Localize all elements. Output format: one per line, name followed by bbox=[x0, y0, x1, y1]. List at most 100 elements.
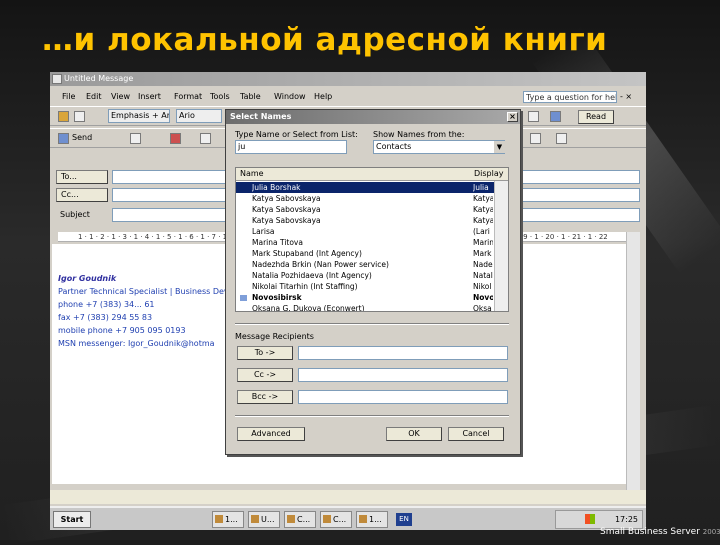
font-dropdown[interactable]: Ario bbox=[176, 109, 222, 123]
column-header-display[interactable]: Display bbox=[474, 168, 504, 180]
menu-tools[interactable]: Tools bbox=[210, 89, 230, 105]
menu-help[interactable]: Help bbox=[314, 89, 332, 105]
contact-display: Nikol bbox=[473, 282, 492, 291]
contact-display: (Lari bbox=[473, 227, 490, 236]
contact-row[interactable]: Oksana G. Dukova (Econwert) Oksa bbox=[236, 303, 494, 312]
options-icon[interactable] bbox=[200, 133, 211, 144]
menu-view[interactable]: View bbox=[111, 89, 130, 105]
close-icon[interactable]: × bbox=[507, 112, 518, 122]
list-scrollbar[interactable] bbox=[494, 181, 508, 311]
contact-name: Natalia Pozhidaeva (Int Agency) bbox=[252, 271, 372, 280]
product-name: Small Business Server bbox=[600, 527, 700, 537]
outlook-message-window: Untitled Message File Edit View Insert F… bbox=[50, 72, 646, 530]
contact-display: Katya bbox=[473, 205, 493, 214]
contact-row[interactable]: Larisa (Lari bbox=[236, 226, 494, 237]
distribution-list-icon bbox=[240, 295, 247, 301]
send-button[interactable]: Send bbox=[72, 132, 92, 144]
signature-line: fax +7 (383) 294 55 83 bbox=[58, 313, 153, 322]
contact-row[interactable]: Novosibirsk Novo bbox=[236, 292, 494, 303]
taskbar-item[interactable]: 1... bbox=[356, 511, 388, 528]
contact-name: Katya Sabovskaya bbox=[252, 194, 321, 203]
address-book-icon[interactable] bbox=[130, 133, 141, 144]
chevron-down-icon[interactable]: ▼ bbox=[494, 141, 505, 153]
contact-row[interactable]: Mark Stupaband (Int Agency) Mark bbox=[236, 248, 494, 259]
contact-row[interactable]: Nikolai Titarhin (Int Staffing) Nikol bbox=[236, 281, 494, 292]
clock: 17:25 bbox=[614, 515, 638, 524]
cc-recipients-field[interactable] bbox=[298, 368, 508, 382]
menu-window[interactable]: Window bbox=[274, 89, 306, 105]
select-names-dialog: Select Names × Type Name or Select from … bbox=[225, 109, 521, 455]
read-button[interactable]: Read bbox=[578, 110, 614, 124]
help-icon[interactable] bbox=[550, 111, 561, 122]
format-icon[interactable] bbox=[74, 111, 85, 122]
vertical-scrollbar[interactable] bbox=[626, 232, 640, 492]
window-title: Untitled Message bbox=[64, 74, 134, 83]
contact-name: Nadezhda Brkin (Nan Power service) bbox=[252, 260, 389, 269]
bcc-recipients-field[interactable] bbox=[298, 390, 508, 404]
style-dropdown[interactable]: Emphasis + Ari bbox=[108, 109, 170, 123]
cc-button[interactable]: Cc... bbox=[56, 188, 108, 202]
taskbar-item[interactable]: 1... bbox=[212, 511, 244, 528]
to-recipients-field[interactable] bbox=[298, 346, 508, 360]
taskbar-item[interactable]: C... bbox=[284, 511, 316, 528]
contact-display: Natal bbox=[473, 271, 493, 280]
contact-row[interactable]: Nadezhda Brkin (Nan Power service) Nadez bbox=[236, 259, 494, 270]
type-name-input[interactable]: ju bbox=[235, 140, 347, 154]
ask-question-input[interactable]: Type a question for help bbox=[523, 91, 617, 103]
menu-format[interactable]: Format bbox=[174, 89, 202, 105]
bcc-add-button[interactable]: Bcc -> bbox=[237, 390, 293, 404]
dialog-title-bar: Select Names × bbox=[226, 110, 520, 124]
table-icon[interactable] bbox=[528, 111, 539, 122]
format-painter-icon[interactable] bbox=[530, 133, 541, 144]
signature-line: Partner Technical Specialist | Business … bbox=[58, 287, 241, 296]
menu-edit[interactable]: Edit bbox=[86, 89, 102, 105]
cc-add-button[interactable]: Cc -> bbox=[237, 368, 293, 382]
envelope-icon bbox=[52, 74, 62, 84]
to-add-button[interactable]: To -> bbox=[237, 346, 293, 360]
dialog-title: Select Names bbox=[230, 112, 292, 121]
recipients-label: Message Recipients bbox=[235, 332, 314, 341]
contact-name: Larisa bbox=[252, 227, 275, 236]
contact-row[interactable]: Katya Sabovskaya Katya bbox=[236, 215, 494, 226]
contact-display: Oksa bbox=[473, 304, 492, 312]
product-branding: Small Business Server 2003 bbox=[600, 527, 720, 537]
contact-name: Mark Stupaband (Int Agency) bbox=[252, 249, 362, 258]
taskbar-item[interactable]: C... bbox=[320, 511, 352, 528]
contact-name: Nikolai Titarhin (Int Staffing) bbox=[252, 282, 358, 291]
mail-options-icon[interactable] bbox=[556, 133, 567, 144]
menu-insert[interactable]: Insert bbox=[138, 89, 161, 105]
divider bbox=[235, 415, 509, 417]
contact-display: Katya bbox=[473, 194, 493, 203]
save-icon[interactable] bbox=[58, 111, 69, 122]
advanced-button[interactable]: Advanced bbox=[237, 427, 305, 441]
slide-title: …и локальной адресной книги bbox=[42, 22, 608, 58]
divider bbox=[235, 323, 509, 325]
signature-line: MSN messenger: Igor_Goudnik@hotma bbox=[58, 339, 215, 348]
contact-row[interactable]: Marina Titova Marin bbox=[236, 237, 494, 248]
importance-icon[interactable] bbox=[170, 133, 181, 144]
show-names-label: Show Names from the: bbox=[373, 130, 465, 139]
contact-row[interactable]: Julia Borshak Julia bbox=[236, 182, 494, 193]
column-header-name[interactable]: Name bbox=[240, 168, 264, 180]
product-year: 2003 bbox=[702, 528, 720, 536]
window-controls[interactable]: - × bbox=[620, 92, 642, 102]
contact-display: Novo bbox=[473, 293, 493, 302]
show-names-select[interactable]: Contacts bbox=[373, 140, 505, 154]
contact-row[interactable]: Katya Sabovskaya Katya bbox=[236, 193, 494, 204]
signature-line: phone +7 (383) 34... 61 bbox=[58, 300, 155, 309]
menu-table[interactable]: Table bbox=[240, 89, 261, 105]
to-button[interactable]: To... bbox=[56, 170, 108, 184]
contact-display: Katya bbox=[473, 216, 493, 225]
list-header: Name Display bbox=[236, 168, 508, 181]
horizontal-scrollbar[interactable] bbox=[50, 490, 646, 504]
taskbar-item[interactable]: U... bbox=[248, 511, 280, 528]
cancel-button[interactable]: Cancel bbox=[448, 427, 504, 441]
contact-row[interactable]: Natalia Pozhidaeva (Int Agency) Natal bbox=[236, 270, 494, 281]
language-indicator[interactable]: EN bbox=[396, 513, 412, 526]
ok-button[interactable]: OK bbox=[386, 427, 442, 441]
menu-file[interactable]: File bbox=[62, 89, 75, 105]
start-button[interactable]: Start bbox=[53, 511, 91, 528]
contact-name: Katya Sabovskaya bbox=[252, 205, 321, 214]
contact-row[interactable]: Katya Sabovskaya Katya bbox=[236, 204, 494, 215]
contact-name: Novosibirsk bbox=[252, 293, 302, 302]
